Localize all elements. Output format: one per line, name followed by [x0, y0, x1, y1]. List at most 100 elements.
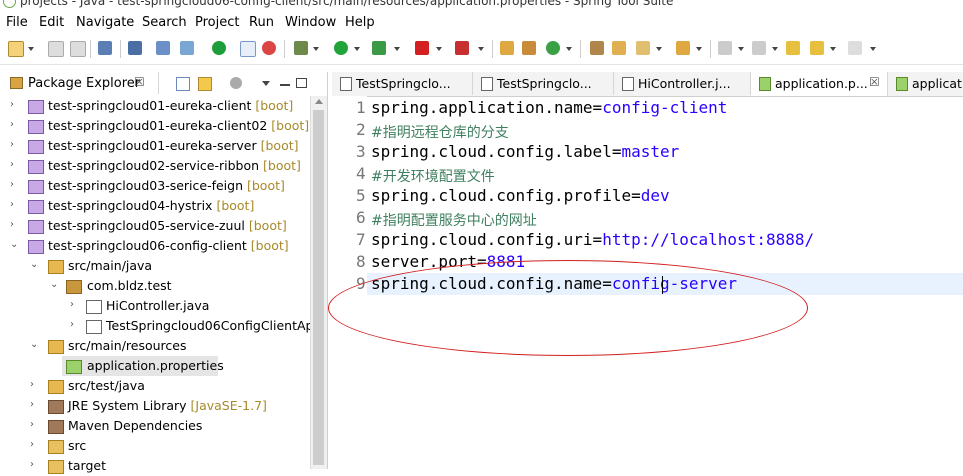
- external-tools-dropdown-icon[interactable]: [394, 47, 400, 51]
- package-explorer-label: Package Explorer: [28, 76, 141, 91]
- line-number: 5: [356, 186, 366, 205]
- vertical-scrollbar[interactable]: [310, 96, 327, 469]
- package-explorer-icon: [10, 77, 23, 89]
- previous-annotation-icon[interactable]: [752, 41, 766, 55]
- open-folder-icon[interactable]: [676, 41, 690, 55]
- close-icon[interactable]: ☒: [134, 75, 145, 89]
- focus-on-active-task-icon[interactable]: [230, 77, 242, 89]
- relaunch-dropdown-icon[interactable]: [478, 47, 484, 51]
- toolbar-separator: [710, 40, 711, 58]
- stop-icon[interactable]: [415, 41, 429, 55]
- tab-application-properties-2[interactable]: applicatio: [888, 72, 963, 95]
- java-file-icon: [340, 77, 352, 91]
- library-icon: [48, 420, 64, 434]
- comment-line: #开发环境配置文件: [371, 169, 495, 185]
- open-type-icon[interactable]: [590, 41, 604, 55]
- line-number: 7: [356, 230, 366, 249]
- last-edit-location-icon[interactable]: [786, 41, 800, 55]
- tab-hicontroller[interactable]: HiController.j...: [614, 72, 751, 95]
- package-explorer-view: Package Explorer ☒ › test-springcloud01-e…: [0, 72, 328, 474]
- menu-help[interactable]: Help: [345, 15, 375, 30]
- folder-icon: [48, 440, 64, 454]
- toolbar-separator: [284, 40, 285, 58]
- tab-testspringclo-1[interactable]: TestSpringclo...: [332, 72, 473, 95]
- tree-item-selected[interactable]: application.properties: [62, 356, 224, 376]
- source-folder-icon: [48, 260, 64, 274]
- forward-dropdown-icon[interactable]: [870, 47, 876, 51]
- back-icon[interactable]: [810, 41, 824, 55]
- maven-project-icon: [28, 220, 44, 234]
- tab-application-properties[interactable]: application.p... ☒: [751, 72, 888, 96]
- tab-package-explorer[interactable]: Package Explorer ☒: [0, 72, 159, 94]
- new-class-dropdown-icon[interactable]: [566, 47, 572, 51]
- code-line: spring.cloud.config.uri=http://localhost…: [371, 230, 815, 249]
- maven-project-icon: [28, 180, 44, 194]
- boot-dashboard-icon[interactable]: [212, 41, 226, 55]
- menu-edit[interactable]: Edit: [39, 15, 64, 30]
- new-java-project-icon[interactable]: [500, 41, 514, 55]
- maven-project-icon: [28, 120, 44, 134]
- scroll-up-icon[interactable]: [315, 99, 323, 104]
- save-all-icon[interactable]: [70, 41, 86, 57]
- line-number: 1: [356, 98, 366, 117]
- open-task-icon[interactable]: [612, 41, 626, 55]
- scrollbar-thumb[interactable]: [313, 110, 324, 465]
- menu-navigate[interactable]: Navigate: [76, 15, 134, 30]
- main-toolbar: [0, 34, 963, 65]
- next-annotation-dropdown-icon[interactable]: [738, 47, 744, 51]
- debug-view-icon[interactable]: [180, 41, 194, 55]
- library-icon: [48, 400, 64, 414]
- source-folder-icon: [48, 380, 64, 394]
- view-menu-icon[interactable]: [262, 81, 270, 86]
- run-external-tools-icon[interactable]: [372, 41, 386, 55]
- java-file-icon: [86, 300, 102, 314]
- open-console-icon[interactable]: [128, 41, 142, 55]
- next-annotation-icon[interactable]: [718, 41, 732, 55]
- maven-project-icon: [28, 160, 44, 174]
- new-class-icon[interactable]: [546, 41, 560, 55]
- menu-project[interactable]: Project: [195, 15, 239, 30]
- search-icon[interactable]: [636, 41, 650, 55]
- window-title-bar: projects - Java - test-springcloud06-con…: [0, 0, 963, 12]
- maven-project-icon: [28, 100, 44, 114]
- maven-project-icon: [28, 240, 44, 254]
- menu-file[interactable]: File: [6, 15, 28, 30]
- properties-file-icon: [66, 360, 82, 374]
- link-with-editor-icon[interactable]: [198, 77, 212, 91]
- folder-icon: [48, 460, 64, 474]
- code-line: spring.cloud.config.profile=dev: [371, 186, 670, 205]
- run-dropdown-icon[interactable]: [354, 47, 360, 51]
- skip-breakpoints-icon[interactable]: [156, 41, 170, 55]
- new-package-icon[interactable]: [522, 41, 536, 55]
- stop-dropdown-icon[interactable]: [436, 47, 442, 51]
- relaunch-icon[interactable]: [455, 41, 469, 55]
- close-icon[interactable]: ☒: [869, 75, 880, 89]
- menu-search[interactable]: Search: [142, 15, 187, 30]
- java-file-icon: [481, 77, 493, 91]
- new-dropdown-icon[interactable]: [28, 47, 34, 51]
- save-icon[interactable]: [48, 41, 64, 57]
- java-file-icon: [622, 77, 634, 91]
- search-dropdown-icon[interactable]: [656, 47, 662, 51]
- maven-project-icon: [28, 140, 44, 154]
- menu-run[interactable]: Run: [249, 15, 274, 30]
- run-icon[interactable]: [334, 41, 348, 55]
- menu-window[interactable]: Window: [285, 15, 336, 30]
- collapse-all-icon[interactable]: [176, 77, 190, 91]
- toggle-mark-occurrences-icon[interactable]: [240, 41, 256, 57]
- menu-bar: File Edit Navigate Search Project Run Wi…: [0, 12, 963, 34]
- spring-icon[interactable]: [262, 41, 276, 55]
- debug-dropdown-icon[interactable]: [313, 47, 319, 51]
- maximize-icon[interactable]: [296, 78, 307, 88]
- debug-icon[interactable]: [294, 41, 308, 55]
- tab-testspringclo-2[interactable]: TestSpringclo...: [473, 72, 614, 95]
- back-dropdown-icon[interactable]: [830, 47, 836, 51]
- spring-tool-suite-logo-icon: [3, 0, 16, 8]
- new-icon[interactable]: [8, 41, 24, 57]
- minimize-icon[interactable]: [280, 84, 290, 86]
- print-icon[interactable]: [98, 41, 112, 55]
- folder-dropdown-icon[interactable]: [696, 47, 702, 51]
- annotation-ellipse: [328, 260, 808, 356]
- previous-annotation-dropdown-icon[interactable]: [772, 47, 778, 51]
- forward-icon[interactable]: [848, 41, 862, 55]
